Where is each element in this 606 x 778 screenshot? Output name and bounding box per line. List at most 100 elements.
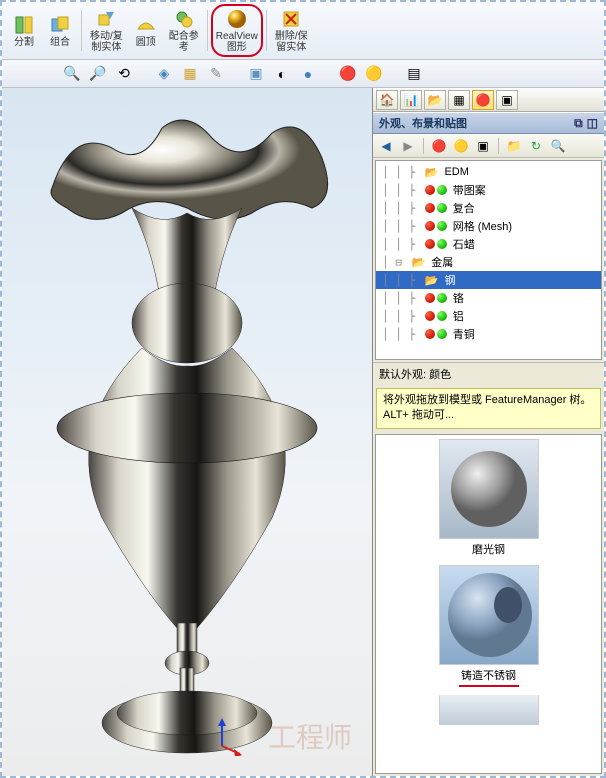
tree-item[interactable]: │ ⊟ 📂金属 — [376, 253, 601, 271]
tab-home-icon[interactable]: 🏠 — [376, 90, 398, 110]
view-toolbar: 🔍 🔎 ⟲ ◈ ▦ ✎ ▣ ◐ ● 🔴 🟡 ▤ — [2, 60, 604, 88]
combine-label: 组合 — [50, 37, 70, 48]
material-preview-partial — [439, 695, 539, 725]
cube-icon[interactable]: ▣ — [474, 137, 492, 155]
tree-item-label: 石蜡 — [453, 236, 475, 252]
back-icon[interactable]: ◀ — [377, 137, 395, 155]
tree-item-label: 铝 — [453, 308, 464, 324]
ball-icon — [425, 239, 435, 249]
shaded-icon[interactable]: ● — [298, 64, 318, 84]
default-appearance-row: 默认外观: 颜色 — [373, 362, 604, 385]
realview-label: RealView 图形 — [216, 31, 258, 53]
red-ball-icon[interactable]: 🔴 — [430, 137, 448, 155]
tree-item-label: EDM — [444, 166, 468, 178]
tree-item-label: 金属 — [431, 254, 453, 270]
delete-keep-button[interactable]: 删除/保 留实体 — [270, 4, 313, 57]
tree-item[interactable]: │ │ ├ 带图案 — [376, 181, 601, 199]
model-viewport[interactable]: 工程师 — [2, 88, 372, 776]
move-copy-button[interactable]: 移动/复 制实体 — [85, 4, 128, 57]
material-label: 磨光钢 — [380, 541, 597, 557]
material-list[interactable]: 磨光钢 铸造不锈钢 — [375, 434, 602, 774]
zoom-area-icon[interactable]: 🔎 — [88, 64, 108, 84]
delete-keep-label: 删除/保 留实体 — [275, 31, 308, 53]
toolbar-separator — [266, 10, 267, 51]
ball-icon — [437, 185, 447, 195]
panel-toolbar: ◀ ▶ 🔴 🟡 ▣ 📁 ↻ 🔍 — [373, 134, 604, 158]
hide-show-icon[interactable]: ◐ — [272, 64, 292, 84]
ball-icon — [437, 329, 447, 339]
combine-icon — [49, 14, 71, 36]
ball-icon — [437, 221, 447, 231]
dome-label: 圆顶 — [136, 37, 156, 48]
new-folder-icon[interactable]: 📁 — [505, 137, 523, 155]
hint-text: 将外观拖放到模型或 FeatureManager 树。ALT+ 拖动可... — [383, 394, 591, 421]
draft-icon[interactable]: ✎ — [206, 64, 226, 84]
tree-item[interactable]: │ │ ├ 石蜡 — [376, 235, 601, 253]
display-style-icon[interactable]: ▣ — [246, 64, 266, 84]
tab-design-icon[interactable]: 📊 — [400, 90, 422, 110]
zoom-prev-icon[interactable]: ⟲ — [114, 64, 134, 84]
pin-icon[interactable]: ⧉ — [574, 116, 583, 131]
ball-icon — [437, 203, 447, 213]
tree-item[interactable]: │ │ ├ 复合 — [376, 199, 601, 217]
folder-icon: 📂 — [425, 166, 439, 179]
render-icon[interactable]: ▤ — [404, 64, 424, 84]
appearance-tree[interactable]: │ │ ├ 📂EDM│ │ ├ 带图案│ │ ├ 复合│ │ ├ 网格 (Mes… — [375, 160, 602, 360]
ball-icon — [425, 293, 435, 303]
tab-folder-icon[interactable]: 📂 — [424, 90, 446, 110]
panel-title: 外观、布景和贴图 — [379, 115, 467, 131]
tree-item[interactable]: │ │ ├ 铝 — [376, 307, 601, 325]
fwd-icon[interactable]: ▶ — [399, 137, 417, 155]
ball-icon — [425, 203, 435, 213]
material-cast-stainless[interactable]: 铸造不锈钢 — [380, 565, 597, 687]
split-icon — [13, 14, 35, 36]
move-copy-label: 移动/复 制实体 — [90, 31, 123, 53]
close-panel-icon[interactable]: ◫ — [587, 116, 598, 130]
ball-icon — [437, 311, 447, 321]
yellow-ball-icon[interactable]: 🟡 — [452, 137, 470, 155]
material-preview — [439, 565, 539, 665]
tree-item-label: 网格 (Mesh) — [453, 218, 512, 234]
tree-item-label: 青铜 — [453, 326, 475, 342]
view-orient-icon[interactable]: ◈ — [154, 64, 174, 84]
material-polished-steel[interactable]: 磨光钢 — [380, 439, 597, 557]
combine-button[interactable]: 组合 — [42, 4, 78, 57]
realview-button[interactable]: RealView 图形 — [211, 4, 263, 57]
delete-icon — [280, 8, 302, 30]
tree-item[interactable]: │ │ ├ 📂钢 — [376, 271, 601, 289]
toolbar-separator — [207, 10, 208, 51]
mate-icon — [173, 8, 195, 30]
work-area: 工程师 🏠 📊 📂 ▦ 🔴 ▣ 外观、布景和贴图 ⧉ ◫ ◀ ▶ 🔴 🟡 ▣ 📁 — [2, 88, 604, 776]
ball-icon — [437, 239, 447, 249]
realview-icon — [226, 8, 248, 30]
folder-icon: 📂 — [412, 256, 426, 269]
ball-icon — [425, 329, 435, 339]
tree-item-label: 带图案 — [453, 182, 486, 198]
dome-icon — [135, 14, 157, 36]
mate-ref-label: 配合参 考 — [169, 31, 199, 53]
hint-box: 将外观拖放到模型或 FeatureManager 树。ALT+ 拖动可... — [376, 388, 601, 429]
tree-item-label: 钢 — [444, 272, 455, 288]
origin-axis-icon — [202, 716, 242, 756]
mate-ref-button[interactable]: 配合参 考 — [164, 4, 204, 57]
tree-item[interactable]: │ │ ├ 铬 — [376, 289, 601, 307]
scene-icon[interactable]: 🟡 — [364, 64, 384, 84]
ball-icon — [437, 293, 447, 303]
tab-appearance-icon[interactable]: 🔴 — [472, 90, 494, 110]
split-button[interactable]: 分割 — [6, 4, 42, 57]
tree-item[interactable]: │ │ ├ 网格 (Mesh) — [376, 217, 601, 235]
tab-decal-icon[interactable]: ▣ — [496, 90, 518, 110]
appearance-icon[interactable]: 🔴 — [338, 64, 358, 84]
folder-icon: 📂 — [425, 274, 439, 287]
tree-item[interactable]: │ │ ├ 📂EDM — [376, 163, 601, 181]
default-appearance-label: 默认外观: 颜色 — [379, 369, 451, 381]
tab-grid-icon[interactable]: ▦ — [448, 90, 470, 110]
material-partial[interactable] — [380, 695, 597, 725]
search-icon[interactable]: 🔍 — [549, 137, 567, 155]
tree-item[interactable]: │ │ ├ 青铜 — [376, 325, 601, 343]
dome-button[interactable]: 圆顶 — [128, 4, 164, 57]
section-icon[interactable]: ▦ — [180, 64, 200, 84]
zoom-fit-icon[interactable]: 🔍 — [62, 64, 82, 84]
refresh-icon[interactable]: ↻ — [527, 137, 545, 155]
ball-icon — [425, 221, 435, 231]
